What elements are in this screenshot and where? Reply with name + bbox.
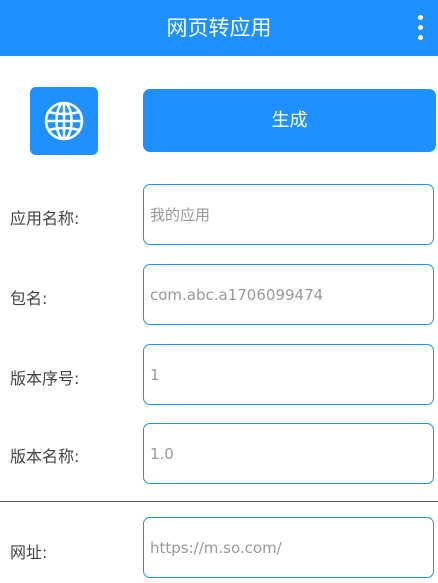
- app-bar: 网页转应用: [0, 0, 438, 56]
- url-label: 网址:: [10, 543, 48, 562]
- generate-button[interactable]: 生成: [143, 89, 436, 152]
- app-name-input[interactable]: 我的应用: [143, 184, 434, 245]
- version-name-input[interactable]: 1.0: [143, 423, 434, 484]
- version-name-label: 版本名称:: [10, 447, 80, 466]
- package-name-label: 包名:: [10, 289, 48, 308]
- globe-icon: [44, 101, 84, 141]
- section-divider: [0, 501, 438, 502]
- version-code-label: 版本序号:: [10, 369, 80, 388]
- app-name-label: 应用名称:: [10, 209, 80, 228]
- url-input[interactable]: https://m.so.com/: [143, 517, 434, 578]
- version-code-input[interactable]: 1: [143, 344, 434, 405]
- app-icon-button[interactable]: [30, 87, 98, 155]
- package-name-input[interactable]: com.abc.a1706099474: [143, 264, 434, 325]
- more-vert-icon[interactable]: [408, 10, 432, 46]
- app-bar-title: 网页转应用: [166, 16, 272, 40]
